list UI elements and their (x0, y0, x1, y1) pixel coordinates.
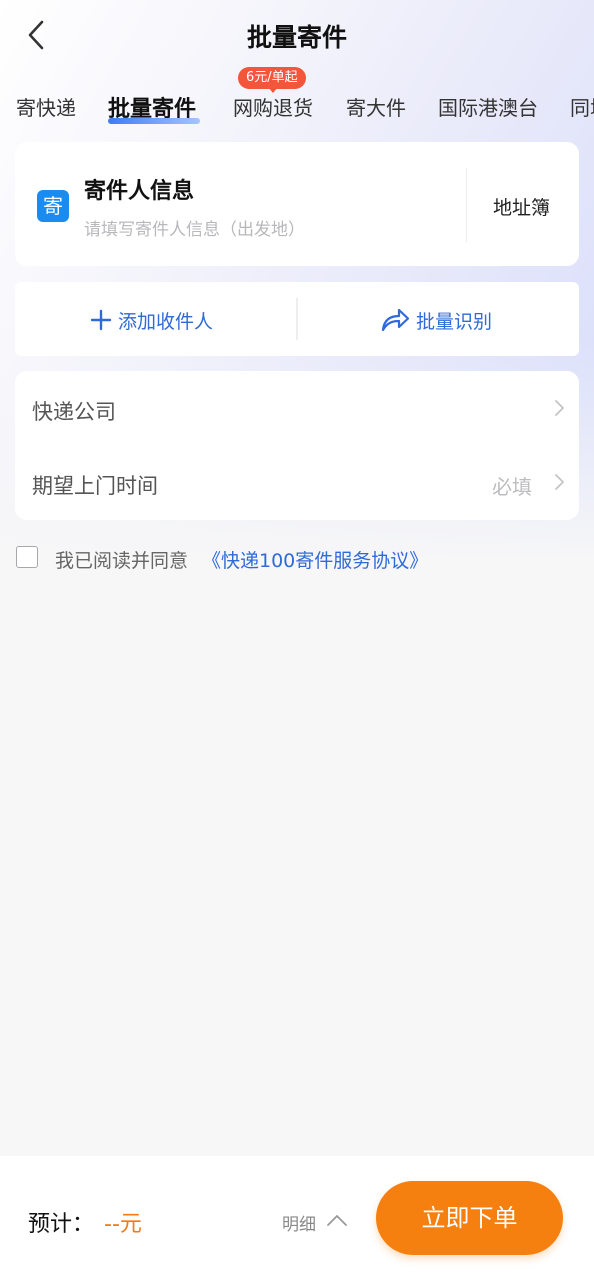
batch-recognize-label: 批量识别 (416, 310, 493, 333)
chevron-right-icon (552, 398, 566, 422)
tab-large-item[interactable]: 寄大件 (346, 92, 406, 121)
send-badge-icon: 寄 (37, 190, 69, 222)
sender-info-placeholder[interactable]: 请填写寄件人信息（出发地） (84, 215, 305, 240)
divider (466, 168, 467, 242)
add-recipient-button[interactable]: 添加收件人 (90, 305, 213, 335)
tab-same-city[interactable]: 同城 (570, 92, 594, 121)
tab-bar: 寄快递 批量寄件 网购退货 寄大件 国际港澳台 同城 (0, 88, 594, 132)
address-book-button[interactable]: 地址簿 (493, 193, 550, 220)
place-order-button[interactable]: 立即下单 (376, 1181, 563, 1255)
agreement-text: 我已阅读并同意 (55, 550, 189, 572)
agreement-link[interactable]: 《快递100寄件服务协议》 (202, 546, 428, 573)
price-detail-toggle[interactable]: 明细 (282, 1210, 316, 1235)
estimate-label: 预计： (28, 1212, 95, 1237)
page-title: 批量寄件 (246, 23, 347, 52)
agreement-checkbox[interactable] (16, 546, 38, 568)
chevron-right-icon (552, 472, 566, 496)
share-arrow-icon (381, 308, 410, 332)
tab-online-return[interactable]: 网购退货 (233, 92, 313, 121)
plus-icon (90, 309, 112, 331)
chevron-up-icon[interactable] (326, 1210, 348, 1234)
add-recipient-label: 添加收件人 (118, 310, 214, 333)
estimate-price: --元 (104, 1212, 142, 1237)
required-hint: 必填 (492, 475, 532, 499)
pickup-time-row[interactable]: 期望上门时间 (32, 470, 158, 500)
batch-recognize-button[interactable]: 批量识别 (380, 305, 492, 335)
active-tab-indicator (108, 118, 200, 124)
promo-badge: 6元/单起 (238, 67, 306, 89)
courier-company-row[interactable]: 快递公司 (32, 396, 116, 426)
tab-send-express[interactable]: 寄快递 (16, 92, 76, 121)
sender-info-title: 寄件人信息 (84, 179, 195, 204)
divider (296, 298, 298, 340)
tab-international[interactable]: 国际港澳台 (438, 92, 538, 121)
